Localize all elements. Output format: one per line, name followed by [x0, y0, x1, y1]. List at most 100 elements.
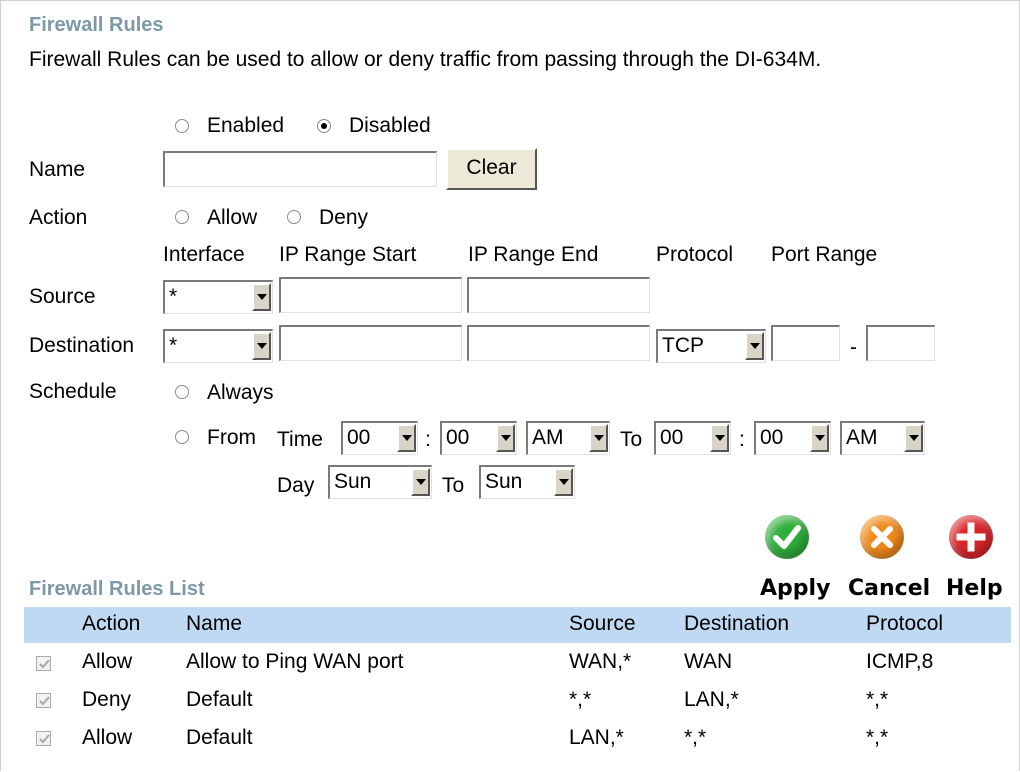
source-ip-start-input[interactable]	[279, 277, 462, 313]
apply-button[interactable]: Apply	[760, 576, 830, 601]
to-minute-value: 00	[760, 426, 784, 449]
row-checkbox[interactable]	[36, 693, 51, 708]
to-day-value: Sun	[485, 470, 523, 493]
chevron-down-icon	[496, 424, 515, 452]
schedule-label: Schedule	[29, 380, 117, 403]
port-end-input[interactable]	[866, 325, 935, 361]
from-minute-select[interactable]: 00	[440, 421, 517, 455]
time-label: Time	[277, 428, 323, 451]
always-label: Always	[207, 381, 274, 404]
to-ampm-value: AM	[846, 426, 878, 449]
protocol-value: TCP	[662, 334, 704, 357]
row-name: Allow to Ping WAN port	[186, 650, 404, 673]
source-label: Source	[29, 285, 96, 308]
action-label: Action	[29, 206, 88, 229]
cancel-icon[interactable]	[860, 515, 904, 559]
row-action: Deny	[82, 688, 132, 711]
col-ip-end: IP Range End	[468, 243, 599, 266]
list-header-action: Action	[82, 612, 141, 635]
chevron-down-icon	[745, 332, 764, 360]
disabled-label: Disabled	[349, 114, 431, 137]
to-hour-value: 00	[660, 426, 684, 449]
col-interface: Interface	[163, 243, 245, 266]
row-protocol: *,*	[866, 726, 889, 749]
allow-label: Allow	[207, 206, 258, 229]
from-ampm-value: AM	[532, 426, 564, 449]
help-button[interactable]: Help	[946, 576, 1003, 601]
name-label: Name	[29, 158, 86, 181]
chevron-down-icon	[810, 424, 829, 452]
from-day-value: Sun	[334, 470, 372, 493]
disabled-radio[interactable]	[317, 119, 331, 133]
protocol-select[interactable]: TCP	[656, 329, 766, 363]
row-checkbox[interactable]	[36, 656, 51, 671]
list-header-row	[24, 607, 1011, 643]
time-to-label: To	[620, 428, 643, 451]
allow-radio[interactable]	[175, 210, 189, 224]
row-checkbox[interactable]	[36, 731, 51, 746]
col-protocol: Protocol	[656, 243, 734, 266]
from-hour-value: 00	[347, 426, 371, 449]
from-day-select[interactable]: Sun	[328, 465, 432, 499]
destination-interface-value: *	[169, 334, 178, 357]
page-title: Firewall Rules	[29, 14, 164, 36]
to-ampm-select[interactable]: AM	[840, 421, 925, 455]
time-colon: :	[739, 428, 745, 451]
chevron-down-icon	[589, 424, 608, 452]
row-name: Default	[186, 726, 253, 749]
destination-label: Destination	[29, 334, 135, 357]
destination-ip-end-input[interactable]	[467, 325, 650, 361]
port-start-input[interactable]	[771, 325, 840, 361]
day-label: Day	[277, 474, 315, 497]
row-destination: WAN	[684, 650, 733, 673]
deny-radio[interactable]	[287, 210, 301, 224]
name-input[interactable]	[163, 151, 437, 187]
col-ip-start: IP Range Start	[279, 243, 417, 266]
chevron-down-icon	[904, 424, 923, 452]
time-colon: :	[425, 428, 431, 451]
enabled-label: Enabled	[207, 114, 285, 137]
apply-icon[interactable]	[765, 515, 809, 559]
cancel-button[interactable]: Cancel	[848, 576, 930, 601]
from-radio[interactable]	[175, 430, 189, 444]
page-description: Firewall Rules can be used to allow or d…	[29, 48, 822, 71]
list-header-name: Name	[186, 612, 243, 635]
port-separator: -	[850, 336, 857, 359]
day-to-label: To	[442, 474, 465, 497]
list-header-source: Source	[569, 612, 636, 635]
row-action: Allow	[82, 650, 133, 673]
chevron-down-icon	[397, 424, 416, 452]
chevron-down-icon	[252, 283, 271, 311]
destination-interface-select[interactable]: *	[163, 329, 273, 363]
row-source: *,*	[569, 688, 592, 711]
destination-ip-start-input[interactable]	[279, 325, 462, 361]
row-destination: LAN,*	[684, 688, 739, 711]
col-port-range: Port Range	[771, 243, 878, 266]
always-radio[interactable]	[175, 385, 189, 399]
row-source: WAN,*	[569, 650, 632, 673]
source-ip-end-input[interactable]	[467, 277, 650, 313]
row-protocol: *,*	[866, 688, 889, 711]
list-header-destination: Destination	[684, 612, 790, 635]
row-source: LAN,*	[569, 726, 624, 749]
source-interface-value: *	[169, 285, 178, 308]
source-interface-select[interactable]: *	[163, 280, 273, 314]
to-minute-select[interactable]: 00	[754, 421, 831, 455]
from-label: From	[207, 426, 256, 449]
row-destination: *,*	[684, 726, 707, 749]
clear-button[interactable]: Clear	[446, 148, 537, 190]
deny-label: Deny	[319, 206, 369, 229]
from-hour-select[interactable]: 00	[341, 421, 418, 455]
to-hour-select[interactable]: 00	[654, 421, 731, 455]
row-name: Default	[186, 688, 253, 711]
to-day-select[interactable]: Sun	[479, 465, 575, 499]
chevron-down-icon	[411, 468, 430, 496]
chevron-down-icon	[252, 332, 271, 360]
chevron-down-icon	[554, 468, 573, 496]
row-protocol: ICMP,8	[866, 650, 934, 673]
enabled-radio[interactable]	[175, 119, 189, 133]
from-ampm-select[interactable]: AM	[526, 421, 610, 455]
list-title: Firewall Rules List	[29, 578, 205, 600]
list-header-protocol: Protocol	[866, 612, 944, 635]
help-icon[interactable]	[949, 515, 993, 559]
